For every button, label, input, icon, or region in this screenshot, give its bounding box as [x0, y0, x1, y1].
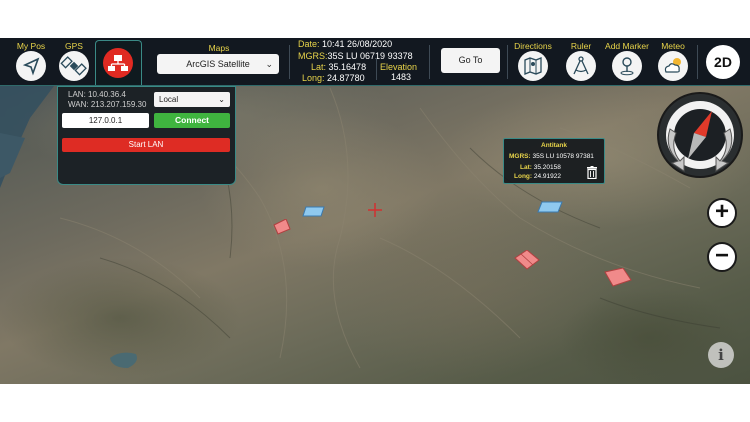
directions-button[interactable]: Directions: [512, 38, 554, 85]
chevron-down-icon: ⌄: [218, 95, 225, 104]
compass-ruler-icon: [566, 51, 596, 81]
map-directions-icon: [518, 51, 548, 81]
lat-prefix: Lat:: [311, 62, 327, 72]
info-icon[interactable]: i: [708, 342, 734, 368]
ruler-button[interactable]: Ruler: [562, 38, 600, 85]
friendly-marker[interactable]: [302, 206, 326, 218]
date-readout: Date: 10:41 26/08/2020: [298, 39, 392, 49]
elevation-label: Elevation: [380, 62, 418, 72]
gps-button[interactable]: GPS: [55, 38, 93, 85]
date-prefix: Date:: [298, 39, 320, 49]
view-mode-toggle[interactable]: 2D: [706, 45, 740, 79]
hostile-marker[interactable]: [603, 268, 633, 288]
my-pos-button[interactable]: My Pos: [12, 38, 50, 85]
compass-icon[interactable]: [656, 91, 744, 179]
crosshair-icon: [368, 203, 382, 217]
lan-tab[interactable]: [95, 40, 142, 85]
zoom-in-button[interactable]: +: [707, 198, 737, 228]
divider: [376, 58, 377, 80]
date-value: 10:41 26/08/2020: [322, 39, 393, 49]
trash-icon[interactable]: [586, 166, 598, 179]
popup-long-key: Long:: [514, 173, 533, 180]
network-icon: [103, 48, 133, 78]
go-to-button[interactable]: Go To: [441, 48, 500, 73]
popup-lat-key: Lat:: [520, 164, 532, 171]
maps-label: Maps: [208, 43, 230, 53]
lat-readout: Lat: 35.16478: [311, 62, 366, 72]
popup-mgrs-value: 35S LU 10578 97381: [532, 153, 594, 160]
popup-long-value: 24.91922: [533, 173, 561, 180]
satellite-icon: [59, 51, 89, 81]
meteo-button[interactable]: Meteo: [655, 38, 691, 85]
wan-ip: WAN: 213.207.159.30: [68, 100, 147, 109]
start-lan-button[interactable]: Start LAN: [62, 138, 230, 152]
location-arrow-icon: [16, 51, 46, 81]
meteo-label: Meteo: [661, 41, 685, 51]
mgrs-prefix: MGRS:: [298, 51, 328, 61]
lan-mode-value: Local: [159, 95, 179, 104]
zoom-out-button[interactable]: −: [707, 242, 737, 272]
hostile-marker[interactable]: [513, 250, 541, 270]
add-marker-button[interactable]: Add Marker: [604, 38, 650, 85]
lat-value: 35.16478: [328, 62, 367, 72]
lan-mode-select[interactable]: Local ⌄: [154, 92, 230, 107]
marker-title: Antitank: [541, 142, 567, 149]
divider: [289, 45, 290, 79]
friendly-marker-antitank[interactable]: [537, 201, 565, 214]
popup-lat-value: 35.20158: [533, 164, 561, 171]
directions-label: Directions: [514, 41, 552, 51]
divider: [429, 45, 430, 79]
long-readout: Long: 24.87780: [302, 73, 365, 83]
divider: [507, 45, 508, 79]
hostile-marker[interactable]: [272, 219, 292, 235]
popup-mgrs-key: MGRS:: [509, 153, 531, 160]
add-marker-label: Add Marker: [605, 41, 649, 51]
mgrs-readout: MGRS:35S LU 06719 93378: [298, 51, 413, 61]
lan-panel: LAN: 10.40.36.4 WAN: 213.207.159.30 Loca…: [57, 86, 236, 185]
long-value: 24.87780: [327, 73, 365, 83]
marker-info-popup: Antitank MGRS: 35S LU 10578 97381 Lat: 3…: [503, 138, 605, 184]
map-source-value: ArcGIS Satellite: [186, 59, 250, 69]
ruler-label: Ruler: [570, 41, 592, 51]
lan-ip: LAN: 10.40.36.4: [68, 90, 126, 99]
gps-label: GPS: [65, 41, 83, 51]
my-pos-label: My Pos: [16, 41, 46, 51]
chevron-down-icon: ⌄: [265, 59, 273, 69]
divider: [697, 45, 698, 79]
connect-button[interactable]: Connect: [154, 113, 230, 128]
long-prefix: Long:: [302, 73, 325, 83]
map-pin-icon: [612, 51, 642, 81]
weather-icon: [658, 51, 688, 81]
ip-address-input[interactable]: [62, 113, 149, 128]
mgrs-value: 35S LU 06719 93378: [327, 51, 413, 61]
elevation-value: 1483: [391, 72, 412, 82]
map-source-select[interactable]: ArcGIS Satellite ⌄: [157, 54, 279, 74]
